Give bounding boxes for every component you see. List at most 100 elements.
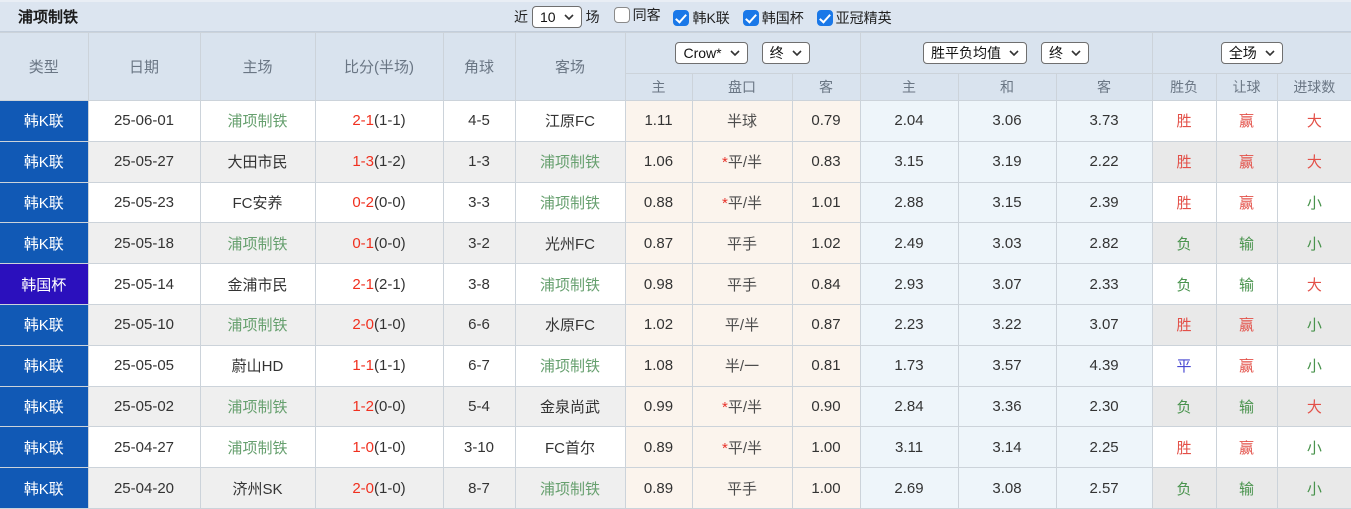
home-team-name: 金浦市民 xyxy=(227,276,288,294)
halftime-score: (1-0) xyxy=(374,438,406,456)
filter-label: 同客 xyxy=(632,6,661,23)
avg-final-select[interactable]: 终 xyxy=(1041,42,1090,64)
away-team-cell: 水原FC xyxy=(514,303,626,346)
fulltime-score: 2-0 xyxy=(352,316,374,334)
handicap-result-cell: 赢 xyxy=(1215,140,1278,183)
win-loss-cell: 胜 xyxy=(1151,303,1217,346)
corner-cell: 3-3 xyxy=(442,181,516,224)
halftime-score: (0-0) xyxy=(374,397,406,415)
avg-draw-odds-cell: 3.07 xyxy=(957,263,1057,305)
match-count-value: 10 xyxy=(540,8,556,25)
filter-checkbox-item[interactable]: 韩国杯 xyxy=(742,8,804,28)
win-loss-cell: 胜 xyxy=(1151,140,1217,183)
fulltime-score: 0-1 xyxy=(352,234,374,252)
date-cell: 25-05-18 xyxy=(87,222,201,265)
win-loss-cell: 负 xyxy=(1151,263,1217,305)
match-row: 韩K联 25-06-01 浦项制铁 2-1(1-1) 4-5 江原FC 1.11… xyxy=(0,100,1351,142)
away-team-cell: 浦项制铁 xyxy=(514,263,626,305)
avg-final-value: 终 xyxy=(1049,45,1064,61)
corner-cell: 4-5 xyxy=(442,100,516,142)
handicap-result-cell: 赢 xyxy=(1215,426,1278,469)
home-team-cell: 浦项制铁 xyxy=(199,222,316,265)
away-team-name: FC首尔 xyxy=(545,439,595,457)
crown-handicap-cell: *平/半 xyxy=(691,385,793,428)
avg-home-odds-cell: 2.49 xyxy=(859,222,959,265)
avg-draw-odds-cell: 3.36 xyxy=(957,385,1057,428)
avg-away-odds-cell: 2.82 xyxy=(1055,222,1153,265)
filter-checkbox-item[interactable]: 韩K联 xyxy=(673,8,730,28)
away-team-cell: 金泉尚武 xyxy=(514,385,626,428)
match-row: 韩K联 25-04-20 济州SK 2-0(1-0) 8-7 浦项制铁 0.89… xyxy=(0,467,1351,509)
filter-checkbox-item[interactable]: 同客 xyxy=(613,5,661,25)
crown-home-odds-cell: 1.11 xyxy=(624,100,693,142)
fulltime-score: 1-1 xyxy=(352,357,374,375)
competition-type-cell: 韩K联 xyxy=(0,467,89,509)
crown-home-odds-cell: 1.06 xyxy=(624,140,693,183)
crown-home-odds-cell: 1.02 xyxy=(624,303,693,346)
corner-cell: 6-6 xyxy=(442,303,516,346)
home-team-name: 浦项制铁 xyxy=(227,113,288,131)
avg-draw-odds-cell: 3.19 xyxy=(957,140,1057,183)
avg-odds-select[interactable]: 胜平负均值 xyxy=(923,42,1028,64)
fulltime-score: 0-2 xyxy=(352,193,374,211)
competition-type-cell: 韩K联 xyxy=(0,303,89,346)
col-header-type: 类型 xyxy=(0,32,89,101)
checkbox-icon[interactable] xyxy=(673,10,690,27)
col-header-corner: 角球 xyxy=(442,32,516,101)
avg-odds-value: 胜平负均值 xyxy=(931,45,1002,61)
full-match-select[interactable]: 全场 xyxy=(1220,42,1283,64)
filter-checkbox-item[interactable]: 亚冠精英 xyxy=(816,8,892,28)
filter-label: 韩K联 xyxy=(692,10,730,27)
col-header-date: 日期 xyxy=(87,32,201,101)
away-team-cell: 江原FC xyxy=(514,100,626,142)
away-team-name: 浦项制铁 xyxy=(539,194,600,212)
home-team-cell: 金浦市民 xyxy=(199,263,316,305)
win-loss-cell: 负 xyxy=(1151,222,1217,265)
subheader-avg-draw: 和 xyxy=(957,73,1057,101)
goals-over-under-cell: 小 xyxy=(1276,426,1351,469)
crown-handicap-cell: *平/半 xyxy=(691,426,793,469)
date-cell: 25-05-02 xyxy=(87,385,201,428)
handicap-result-cell: 输 xyxy=(1215,385,1278,428)
crown-company-select[interactable]: Crow* xyxy=(675,42,748,64)
avg-home-odds-cell: 2.93 xyxy=(859,263,959,305)
crown-handicap-cell: *平/半 xyxy=(691,181,793,224)
home-team-name: FC安养 xyxy=(232,194,283,212)
goals-over-under-cell: 小 xyxy=(1276,467,1351,509)
checkbox-icon[interactable] xyxy=(816,10,833,27)
match-count-select[interactable]: 10 xyxy=(532,5,582,28)
corner-cell: 3-8 xyxy=(442,263,516,305)
avg-home-odds-cell: 3.11 xyxy=(859,426,959,469)
crown-final-select[interactable]: 终 xyxy=(761,42,810,64)
away-team-name: 浦项制铁 xyxy=(539,480,600,498)
fulltime-score: 2-1 xyxy=(352,275,374,293)
win-loss-cell: 平 xyxy=(1151,344,1217,387)
chevron-down-icon xyxy=(1009,50,1019,56)
match-row: 韩K联 25-05-27 大田市民 1-3(1-2) 1-3 浦项制铁 1.06… xyxy=(0,140,1351,183)
competition-type-cell: 韩K联 xyxy=(0,385,89,428)
score-cell: 2-0(1-0) xyxy=(314,303,444,346)
crown-handicap-cell: 平手 xyxy=(691,467,793,509)
crown-away-odds-cell: 0.81 xyxy=(791,344,861,387)
corner-cell: 5-4 xyxy=(442,385,516,428)
chevron-down-icon xyxy=(564,13,574,20)
goals-over-under-cell: 小 xyxy=(1276,181,1351,224)
handicap-text: 平/半 xyxy=(724,317,760,335)
score-cell: 0-1(0-0) xyxy=(314,222,444,265)
subheader-crown-handicap: 盘口 xyxy=(691,73,793,101)
avg-draw-odds-cell: 3.14 xyxy=(957,426,1057,469)
subheader-result-goals: 进球数 xyxy=(1276,73,1351,101)
avg-home-odds-cell: 2.23 xyxy=(859,303,959,346)
crown-handicap-cell: 平手 xyxy=(691,222,793,265)
match-history-table: 类型 日期 主场 比分(半场) 角球 客场 Crow* 终 胜平负均值 终 全场… xyxy=(0,32,1351,509)
goals-over-under-cell: 大 xyxy=(1276,140,1351,183)
subheader-result-wl: 胜负 xyxy=(1151,73,1217,101)
avg-home-odds-cell: 1.73 xyxy=(859,344,959,387)
near-label: 近 xyxy=(514,8,528,25)
crown-away-odds-cell: 1.00 xyxy=(791,426,861,469)
checkbox-icon[interactable] xyxy=(742,10,759,27)
goals-over-under-cell: 小 xyxy=(1276,222,1351,265)
checkbox-icon[interactable] xyxy=(613,6,630,23)
win-loss-cell: 胜 xyxy=(1151,181,1217,224)
crown-handicap-cell: *平/半 xyxy=(691,140,793,183)
